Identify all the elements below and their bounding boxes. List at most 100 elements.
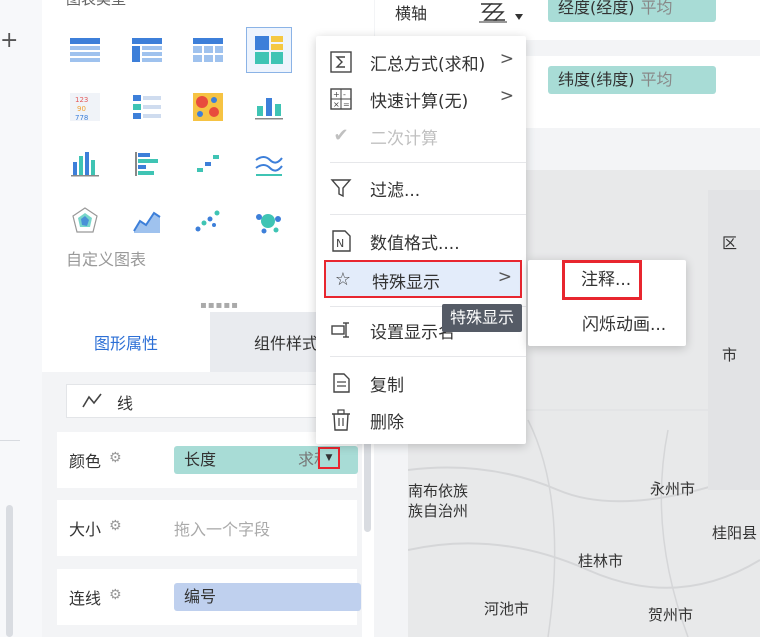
menu-divider xyxy=(330,214,526,215)
step-chart-icon[interactable] xyxy=(185,141,231,187)
connect-field-pill[interactable]: 编号 xyxy=(174,583,361,611)
filter-icon xyxy=(330,177,352,199)
menu-item-label: 过滤... xyxy=(370,181,421,201)
sigma-icon xyxy=(330,51,352,73)
menu-divider xyxy=(330,162,526,163)
panel-title: 图表类型 xyxy=(66,0,126,9)
menu-item-secondary-calc: ✔ 二次计算 xyxy=(316,118,526,154)
cross-table-icon[interactable] xyxy=(185,27,231,73)
number-format-icon: N xyxy=(330,230,352,252)
tab-graphic-properties[interactable]: 图形属性 xyxy=(42,312,210,372)
multi-line-icon[interactable] xyxy=(246,141,292,187)
heatmap-icon[interactable] xyxy=(185,84,231,130)
map-label: 桂林市 xyxy=(578,552,624,570)
menu-item-quick-calc[interactable]: + - × = 快速计算(无) > xyxy=(316,81,526,117)
map-label: 族自治州 xyxy=(408,502,469,520)
check-icon: ✔ xyxy=(333,125,349,146)
left-scrollbar[interactable] xyxy=(6,505,13,637)
map-label: 桂阳县 xyxy=(712,524,758,542)
svg-text:+: + xyxy=(333,90,340,99)
calculator-icon: + - × = xyxy=(330,88,352,110)
map-label: 河池市 xyxy=(484,600,530,618)
box-plot-icon[interactable] xyxy=(246,84,292,130)
svg-text:N: N xyxy=(336,237,344,250)
divider xyxy=(0,440,20,441)
properties-panel: 线 颜色 ⚙ 长度 求和 ▼ 大小 ⚙ 拖入一个字段 连线 ⚙ 编号 xyxy=(42,372,362,637)
treemap-icon[interactable] xyxy=(246,27,292,73)
copy-icon xyxy=(330,372,352,394)
x-axis-agg: 平均 xyxy=(640,0,673,17)
color-field-dropdown-button[interactable]: ▼ xyxy=(318,447,340,469)
connect-row: 连线 ⚙ 编号 xyxy=(57,569,361,625)
axis-type-dropdown[interactable] xyxy=(477,0,527,34)
submenu-item-annotation[interactable]: 注释... xyxy=(562,260,642,300)
color-field-name: 长度 xyxy=(184,450,217,469)
star-icon: ☆ xyxy=(334,269,352,290)
rename-icon xyxy=(330,319,352,341)
svg-text:=: = xyxy=(343,100,350,109)
menu-item-label: 二次计算 xyxy=(370,129,438,149)
submenu-item-flash-animation[interactable]: 闪烁动画... xyxy=(582,310,666,335)
mark-type-select[interactable]: 线 xyxy=(66,384,338,418)
map-label: 南布依族 xyxy=(408,482,469,500)
gear-icon[interactable]: ⚙ xyxy=(109,518,122,534)
menu-item-aggregation[interactable]: 汇总方式(求和) > xyxy=(316,44,526,80)
map-label: 市 xyxy=(722,346,738,364)
area-chart-icon[interactable] xyxy=(124,198,170,244)
y-axis-agg: 平均 xyxy=(640,70,673,89)
tooltip: 特殊显示 xyxy=(442,304,523,332)
chevron-right-icon: > xyxy=(497,267,512,287)
map-label: 贺州市 xyxy=(648,606,694,624)
x-axis-shelf: 横轴 经度(经度) 平均 xyxy=(375,0,760,40)
menu-item-label: 特殊显示 xyxy=(372,273,440,293)
line-mark-icon xyxy=(81,391,103,415)
connect-label: 连线 xyxy=(69,589,102,608)
connect-field-name: 编号 xyxy=(184,587,217,606)
table-icon[interactable] xyxy=(62,27,108,73)
gantt-icon[interactable] xyxy=(124,141,170,187)
size-label: 大小 xyxy=(69,520,102,539)
menu-item-special-display[interactable]: ☆ 特殊显示 > xyxy=(324,260,522,298)
indicator-list-icon[interactable] xyxy=(124,84,170,130)
svg-text:×: × xyxy=(333,100,340,109)
menu-item-delete[interactable]: 删除 xyxy=(316,402,526,438)
menu-item-filter[interactable]: 过滤... xyxy=(316,170,526,206)
gear-icon[interactable]: ⚙ xyxy=(109,587,122,603)
menu-item-label: 数值格式.... xyxy=(370,234,460,254)
svg-text:90: 90 xyxy=(77,105,86,113)
svg-text:-: - xyxy=(343,90,346,99)
field-context-menu: 汇总方式(求和) > + - × = 快速计算(无) > ✔ 二次计算 过滤... N… xyxy=(316,36,526,444)
menu-item-label: 删除 xyxy=(370,413,404,433)
resize-grip[interactable]: ▪▪▪▪▪ xyxy=(200,300,239,311)
bar-chart-icon[interactable] xyxy=(62,141,108,187)
x-axis-label: 横轴 xyxy=(395,4,428,23)
menu-item-copy[interactable]: 复制 xyxy=(316,365,526,401)
bubble-icon[interactable] xyxy=(246,198,292,244)
menu-item-label: 汇总方式(求和) xyxy=(370,55,486,75)
property-tabs: 图形属性 组件样式 xyxy=(42,312,362,372)
trash-icon xyxy=(330,409,352,431)
kpi-icon[interactable]: 123 90 778 xyxy=(62,84,108,130)
menu-item-label: 快速计算(无) xyxy=(370,92,469,112)
menu-item-number-format[interactable]: N 数值格式.... xyxy=(316,223,526,259)
grouped-table-icon[interactable] xyxy=(124,27,170,73)
chevron-right-icon: > xyxy=(499,49,514,69)
x-axis-field-pill[interactable]: 经度(经度) 平均 xyxy=(548,0,716,22)
y-axis-field-pill[interactable]: 纬度(纬度) 平均 xyxy=(548,66,716,94)
special-display-submenu: 注释... 闪烁动画... xyxy=(528,260,686,346)
gear-icon[interactable]: ⚙ xyxy=(109,450,122,466)
custom-chart-label[interactable]: 自定义图表 xyxy=(66,246,146,270)
radar-icon[interactable] xyxy=(62,198,108,244)
color-label: 颜色 xyxy=(69,452,102,471)
scatter-icon[interactable] xyxy=(185,198,231,244)
mark-type-label: 线 xyxy=(117,394,134,413)
svg-text:778: 778 xyxy=(75,114,88,122)
add-icon[interactable]: + xyxy=(0,30,18,52)
size-drop-zone[interactable]: 拖入一个字段 xyxy=(174,516,270,540)
chevron-right-icon: > xyxy=(499,86,514,106)
x-axis-field: 经度(经度) xyxy=(558,0,635,17)
svg-text:123: 123 xyxy=(75,96,88,104)
y-axis-field: 纬度(纬度) xyxy=(558,70,635,89)
map-label: 永州市 xyxy=(650,480,696,498)
size-row: 大小 ⚙ 拖入一个字段 xyxy=(57,500,357,556)
